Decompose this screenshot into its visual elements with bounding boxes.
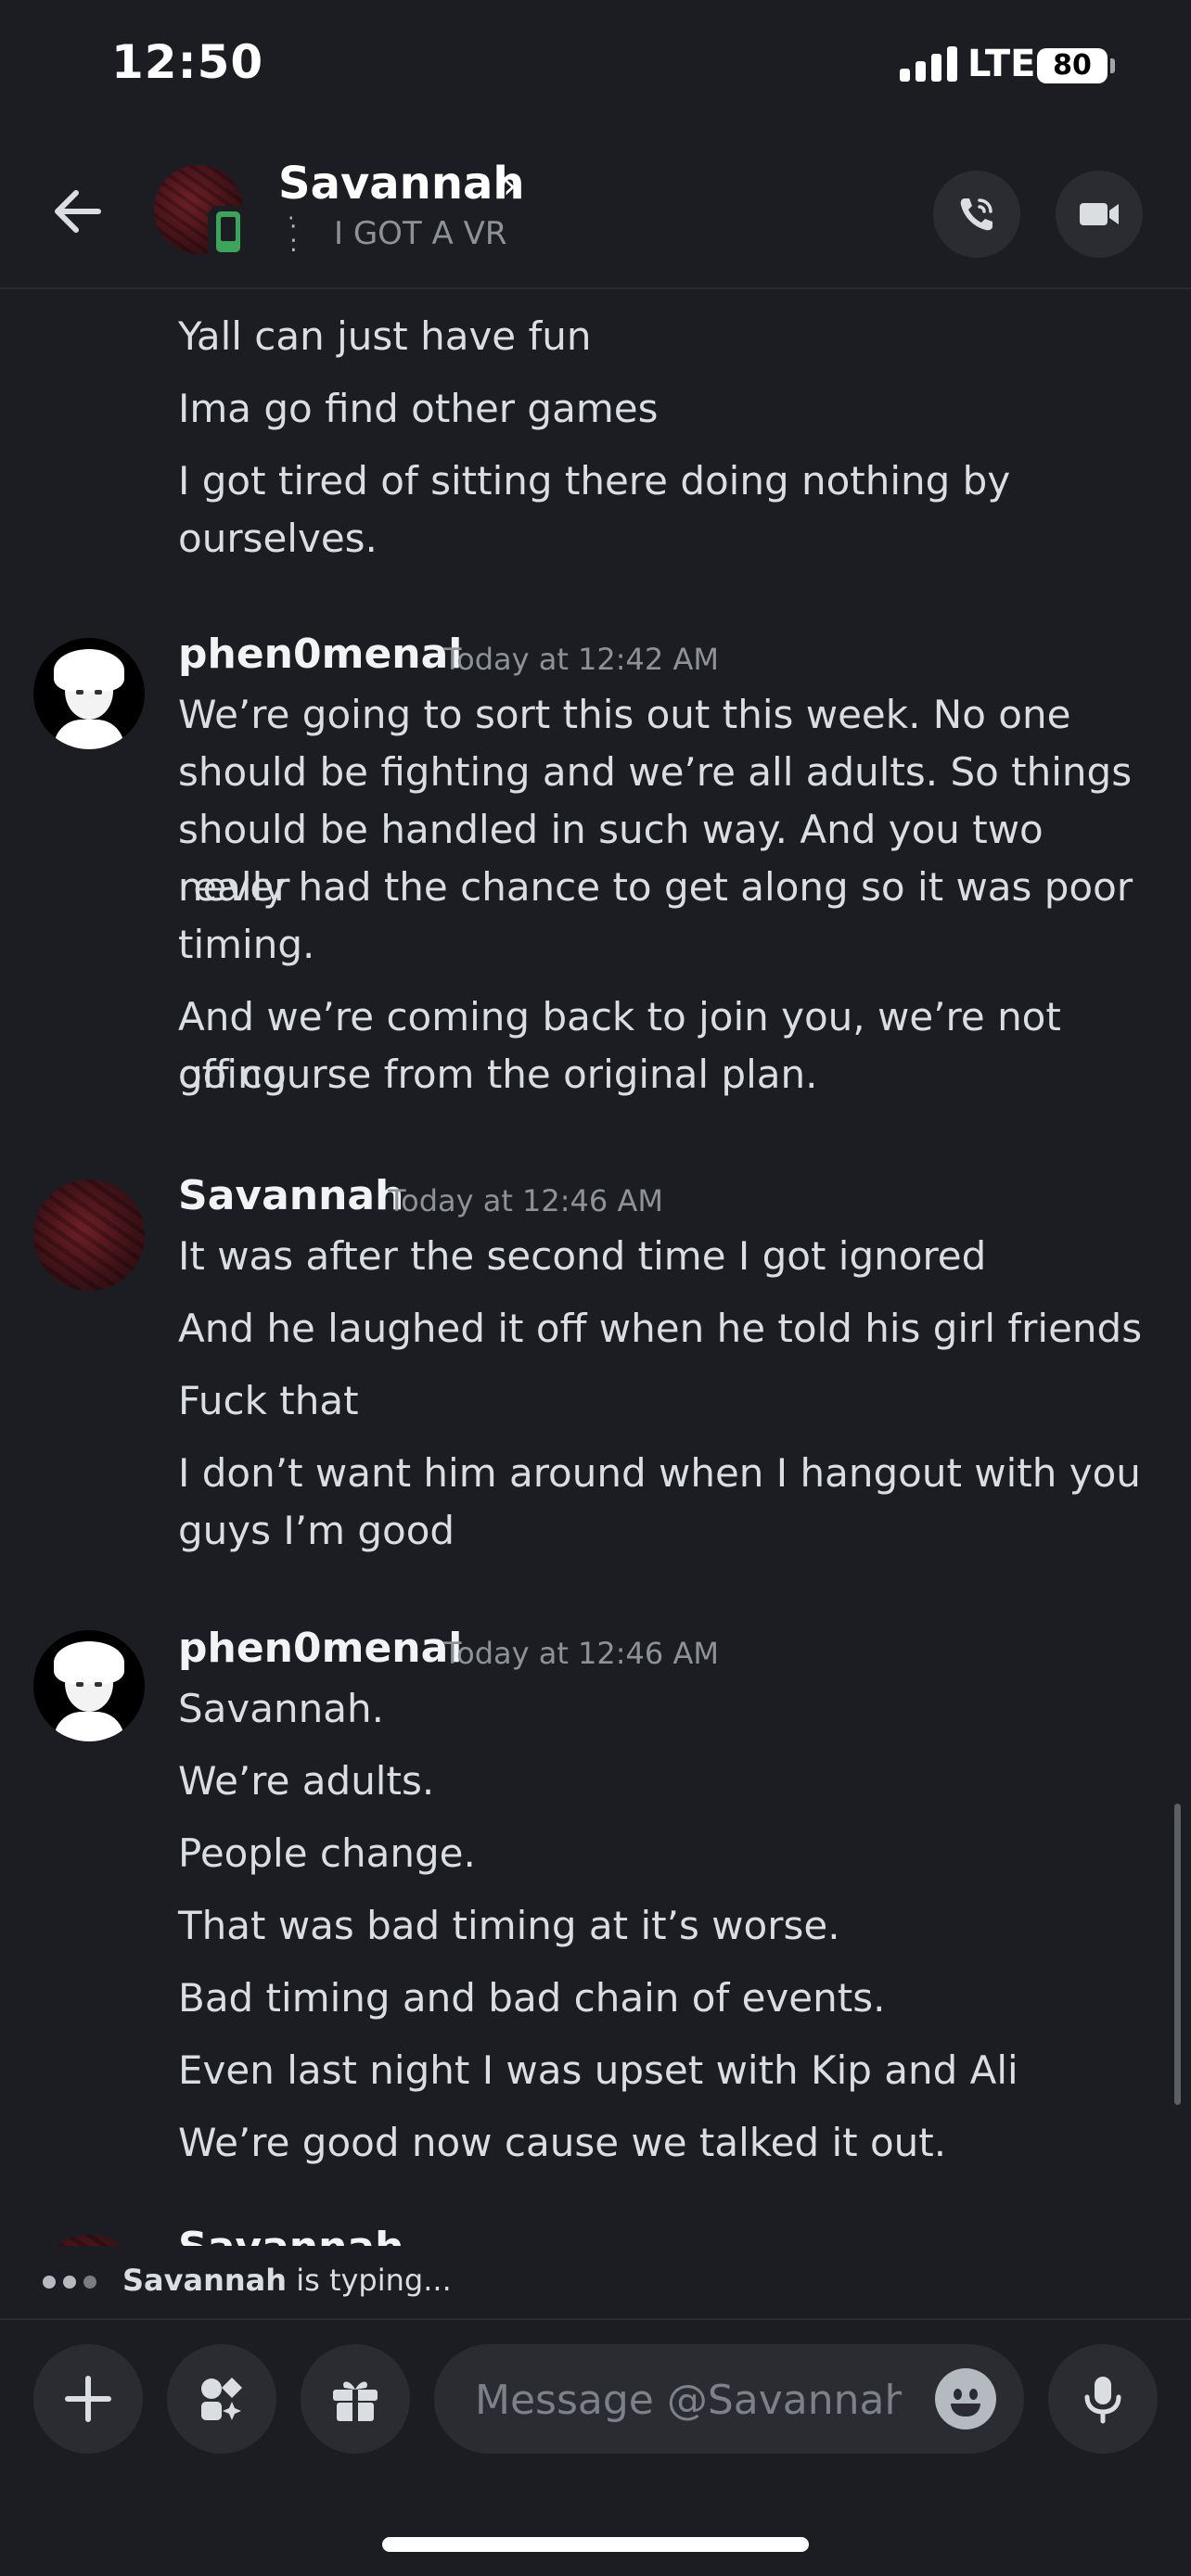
message-timestamp: Today at 12:42 AM — [443, 642, 719, 677]
message-line: Bad timing and bad chain of events. — [178, 1975, 886, 2021]
message-line: Ima go find other games — [178, 386, 659, 431]
message-line: It was after the second time I got ignor… — [178, 1233, 987, 1279]
message-line: guys I’m good — [178, 1508, 455, 1553]
message-line: And he laughed it off when he told his g… — [178, 1306, 1143, 1351]
apps-icon — [201, 2378, 242, 2420]
header-username[interactable]: Savannah — [278, 158, 525, 210]
gift-button[interactable] — [301, 2344, 410, 2454]
message-line: really had the chance to get along so it… — [178, 864, 1133, 910]
scrollbar[interactable] — [1174, 1804, 1181, 2105]
custom-status-text: I GOT A VR — [334, 215, 507, 252]
apps-button[interactable] — [167, 2344, 276, 2454]
typing-text: Savannah is typing... — [122, 2263, 452, 2298]
dm-header: Savannah › ·̇: I GOT A VR — [0, 139, 1191, 289]
signal-icon — [900, 46, 957, 82]
typing-user: Savannah — [122, 2263, 288, 2298]
emoji-icon[interactable] — [935, 2368, 996, 2429]
message-line: We’re adults. — [178, 1758, 435, 1804]
avatar[interactable] — [33, 1630, 145, 1741]
gift-icon — [333, 2381, 378, 2421]
plus-icon — [65, 2376, 111, 2422]
message-line: People change. — [178, 1830, 476, 1876]
message-line: We’re good now cause we talked it out. — [178, 2120, 947, 2165]
message-input[interactable] — [473, 2344, 903, 2455]
voice-message-button[interactable] — [1048, 2344, 1158, 2454]
status-time: 12:50 — [111, 35, 264, 89]
message-list[interactable]: Yall can just have fun Ima go find other… — [0, 289, 1191, 2246]
battery-icon: 80 — [1037, 48, 1108, 83]
home-indicator[interactable] — [382, 2537, 809, 2552]
status-bar: 12:50 LTE 80 — [0, 0, 1191, 139]
mobile-status-icon — [208, 206, 249, 260]
message-line: I got tired of sitting there doing nothi… — [178, 458, 1011, 504]
message-timestamp: Today at 12:46 AM — [443, 1636, 719, 1671]
message-line: Yall can just have fun — [178, 313, 592, 359]
message-line: timing. — [178, 922, 315, 967]
avatar[interactable] — [33, 1180, 145, 1291]
attach-button[interactable] — [33, 2344, 143, 2454]
message-line: I don’t want him around when I hangout w… — [178, 1450, 1141, 1496]
network-label: LTE — [967, 43, 1036, 85]
video-camera-icon — [1080, 203, 1119, 225]
message-line: ourselves. — [178, 516, 378, 561]
message-author[interactable]: Savannah — [178, 2227, 403, 2246]
avatar[interactable] — [33, 2235, 145, 2246]
message-line: Even last night I was upset with Kip and… — [178, 2047, 1018, 2093]
typing-suffix: is typing... — [287, 2263, 452, 2298]
microphone-icon — [1084, 2377, 1121, 2424]
message-line: off course from the original plan. — [178, 1052, 818, 1097]
phone-call-icon — [960, 198, 992, 231]
battery-tip — [1110, 58, 1115, 73]
message-timestamp: Today at 12:46 AM — [388, 1183, 663, 1218]
video-call-button[interactable] — [1056, 171, 1143, 258]
voice-call-button[interactable] — [933, 171, 1020, 258]
message-line: Fuck that — [178, 1378, 359, 1423]
message-author[interactable]: phen0menal — [178, 631, 462, 678]
message-input-container[interactable] — [434, 2344, 1024, 2455]
message-line: Savannah. — [178, 1686, 384, 1731]
message-line: We’re going to sort this out this week. … — [178, 692, 1071, 737]
message-line: That was bad timing at it’s worse. — [178, 1903, 840, 1948]
message-line: should be fighting and we’re all adults.… — [178, 749, 1133, 795]
typing-indicator: Savannah is typing... — [0, 2246, 1191, 2320]
message-author[interactable]: phen0menal — [178, 1625, 462, 1672]
message-author[interactable]: Savannah — [178, 1172, 403, 1219]
chevron-right-icon[interactable]: › — [503, 165, 517, 206]
message-composer — [0, 2318, 1191, 2459]
avatar[interactable] — [33, 638, 145, 749]
vr-status-icon: ·̇: — [289, 213, 298, 258]
back-arrow-icon[interactable] — [46, 179, 111, 244]
